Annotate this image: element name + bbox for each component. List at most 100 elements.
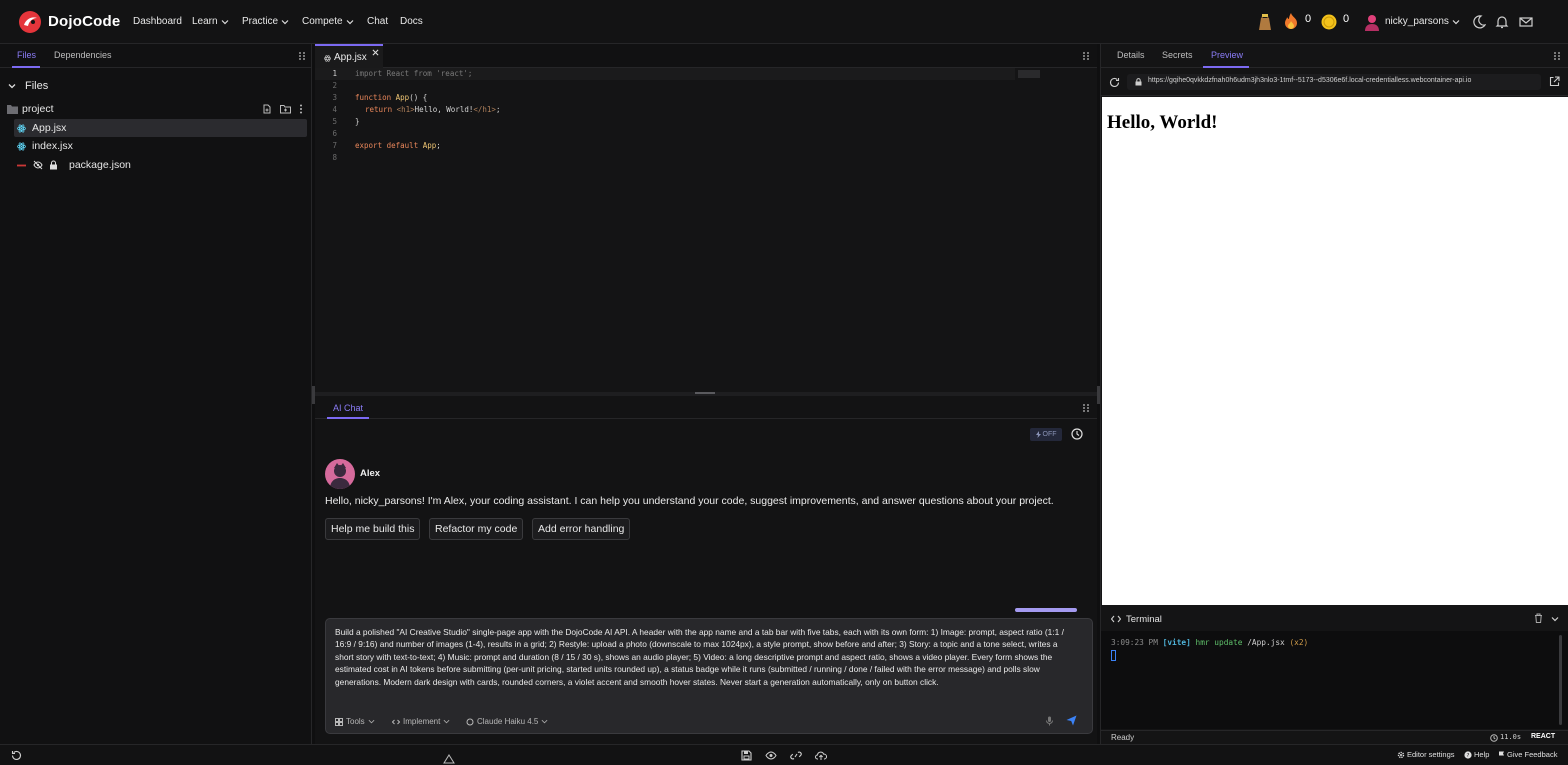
tab-details[interactable]: Details	[1117, 50, 1145, 60]
nav-chat[interactable]: Chat	[367, 16, 388, 27]
history-clock-icon[interactable]	[1071, 428, 1083, 440]
file-explorer-panel: Files Dependencies Files project App.jsx…	[0, 44, 312, 744]
feedback-button[interactable]: Give Feedback	[1498, 750, 1557, 759]
reload-icon[interactable]	[1109, 77, 1120, 88]
react-icon	[17, 124, 26, 132]
top-navbar: DojoCode Dashboard Learn Practice Compet…	[0, 0, 1568, 44]
more-options-icon[interactable]	[299, 104, 303, 114]
suggestion-help-build[interactable]: Help me build this	[325, 518, 421, 540]
send-icon[interactable]	[1066, 715, 1077, 726]
brand-name[interactable]: DojoCode	[48, 13, 120, 30]
nav-docs[interactable]: Docs	[400, 16, 423, 27]
nav-practice[interactable]: Practice	[242, 16, 289, 27]
new-file-icon[interactable]	[262, 104, 272, 114]
file-name: index.jsx	[32, 140, 73, 152]
theme-moon-icon[interactable]	[1472, 15, 1486, 29]
new-folder-icon[interactable]	[280, 104, 291, 114]
grid-icon	[335, 717, 343, 726]
terminal-header: Terminal	[1101, 608, 1568, 630]
file-item-index-jsx[interactable]: index.jsx	[0, 137, 312, 155]
dojocode-logo-icon[interactable]	[18, 10, 42, 34]
files-section-header[interactable]: Files	[0, 77, 312, 95]
json-icon	[17, 164, 26, 166]
inventory-bag-icon[interactable]	[1256, 12, 1274, 32]
help-button[interactable]: ? Help	[1464, 750, 1489, 759]
url-text: https://gqihe0qvkkdzfnah0h6udm3jh3nlo3-1…	[1148, 77, 1472, 84]
active-tab-indicator	[12, 66, 40, 68]
hidden-eye-off-icon[interactable]	[33, 160, 43, 170]
lightning-icon	[1035, 431, 1041, 438]
editor-tab-app-jsx[interactable]: App.jsx	[315, 44, 383, 68]
cloud-upload-icon[interactable]	[815, 750, 827, 761]
nav-compete[interactable]: Compete	[302, 16, 354, 27]
svg-text:?: ?	[1467, 753, 1470, 759]
terminal-scrollbar[interactable]	[1559, 635, 1562, 725]
framework-badge: REACT	[1531, 733, 1556, 740]
file-name: package.json	[69, 159, 131, 171]
close-icon[interactable]	[372, 49, 379, 56]
model-select[interactable]: Claude Haiku 4.5	[466, 717, 548, 726]
suggestion-refactor[interactable]: Refactor my code	[429, 518, 524, 540]
minimap[interactable]	[1018, 70, 1040, 78]
drag-handle-icon[interactable]	[1553, 51, 1561, 61]
chat-input-box[interactable]: Build a polished "AI Creative Studio" si…	[325, 618, 1093, 734]
react-icon	[324, 55, 331, 62]
reset-icon[interactable]	[11, 750, 22, 761]
code-icon	[1111, 615, 1121, 623]
tab-secrets[interactable]: Secrets	[1162, 50, 1193, 60]
drag-handle-icon[interactable]	[298, 51, 306, 61]
chevron-down-icon	[443, 719, 450, 724]
editor-tabbar: App.jsx	[315, 44, 1097, 68]
open-external-icon[interactable]	[1549, 76, 1560, 87]
tab-preview[interactable]: Preview	[1211, 50, 1243, 60]
drag-handle-icon[interactable]	[1082, 403, 1090, 413]
chevron-down-icon	[8, 84, 16, 89]
microphone-icon[interactable]	[1046, 716, 1053, 726]
chat-tabbar: AI Chat	[315, 396, 1097, 419]
url-input[interactable]: https://gqihe0qvkkdzfnah0h6udm3jh3nlo3-1…	[1127, 74, 1541, 90]
toggle-label: OFF	[1042, 431, 1057, 438]
coin-icon	[1321, 14, 1337, 30]
lock-icon[interactable]	[49, 160, 58, 170]
drag-handle-icon[interactable]	[1082, 51, 1090, 61]
nav-dashboard[interactable]: Dashboard	[133, 16, 182, 27]
coin-count: 0	[1343, 13, 1350, 25]
assistant-greeting: Hello, nicky_parsons! I'm Alex, your cod…	[325, 495, 1054, 507]
auto-mode-toggle[interactable]: OFF	[1030, 428, 1062, 441]
notifications-bell-icon[interactable]	[1495, 15, 1509, 29]
editor-settings-button[interactable]: Editor settings	[1397, 750, 1455, 759]
suggestion-error-handling[interactable]: Add error handling	[532, 518, 631, 540]
share-link-icon[interactable]	[790, 750, 802, 761]
splitter-grip[interactable]	[695, 392, 715, 394]
tab-ai-chat[interactable]: AI Chat	[333, 403, 363, 413]
preview-frame[interactable]: Hello, World!	[1102, 97, 1568, 605]
clock-icon	[1490, 734, 1498, 742]
chat-input-text[interactable]: Build a polished "AI Creative Studio" si…	[335, 626, 1077, 688]
preview-status-row: Ready 11.0s REACT	[1101, 730, 1568, 744]
warning-triangle-icon[interactable]	[443, 754, 455, 764]
eye-icon[interactable]	[765, 751, 777, 760]
file-item-app-jsx[interactable]: App.jsx	[14, 119, 307, 137]
save-icon[interactable]	[741, 750, 752, 761]
tab-dependencies[interactable]: Dependencies	[54, 50, 112, 60]
trash-icon[interactable]	[1534, 613, 1543, 623]
file-item-package-json[interactable]: package.json	[0, 156, 312, 174]
code-editor-panel: App.jsx 1 import React from 'react'; 2 3f…	[315, 44, 1097, 392]
messages-mail-icon[interactable]	[1519, 15, 1533, 29]
tab-files[interactable]: Files	[17, 50, 36, 60]
scroll-indicator	[1015, 608, 1077, 612]
terminal-output[interactable]: 3:09:23 PM [vite] hmr update /App.jsx (x…	[1101, 631, 1568, 729]
user-menu[interactable]: nicky_parsons	[1385, 16, 1460, 27]
flag-icon	[1499, 751, 1504, 759]
nav-learn[interactable]: Learn	[192, 16, 229, 27]
mode-select[interactable]: Implement	[392, 717, 450, 726]
file-name: App.jsx	[32, 122, 67, 134]
chevron-down-icon[interactable]	[1551, 615, 1559, 623]
chevron-down-icon	[368, 719, 375, 724]
user-avatar[interactable]	[1364, 13, 1380, 31]
tools-menu[interactable]: Tools	[335, 717, 375, 726]
folder-project[interactable]: project	[0, 100, 312, 118]
bottom-statusbar: Editor settings ? Help Give Feedback	[0, 744, 1568, 765]
active-tab-indicator	[1203, 66, 1249, 68]
terminal-cursor	[1111, 650, 1116, 661]
